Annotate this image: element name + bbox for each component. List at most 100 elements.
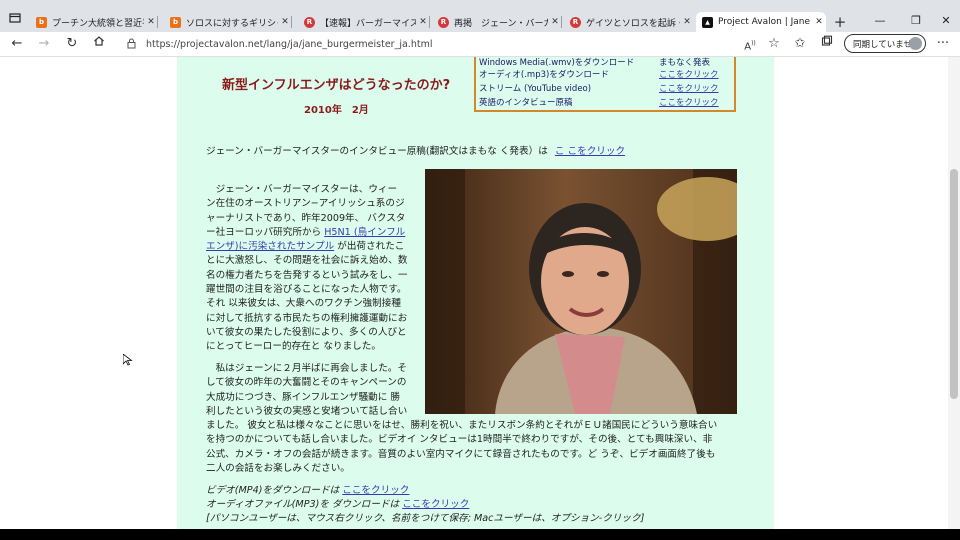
tab-0[interactable]: b プーチン大統領と習近平国家主 ✕ — [30, 12, 158, 32]
home-icon[interactable] — [89, 35, 109, 53]
close-tab-icon[interactable]: ✕ — [416, 17, 430, 27]
taskbar-strip — [0, 529, 960, 540]
video-download-link[interactable]: ここをクリック — [342, 485, 409, 496]
close-tab-icon[interactable]: ✕ — [812, 17, 826, 27]
url-text[interactable]: https://projectavalon.net/lang/ja/jane_b… — [146, 39, 432, 50]
site-favicon-icon: R — [570, 16, 581, 28]
address-bar[interactable]: https://projectavalon.net/lang/ja/jane_b… — [118, 34, 788, 55]
download-label: ストリーム (YouTube video) — [479, 84, 592, 94]
text-line: ー社ヨーロッパ研究所から H5N1 (鳥インフル — [206, 226, 424, 240]
transcript-text: ジェーン・バーガーマイスターのインタビュー原稿(翻訳文はまもな く発表）は — [206, 146, 548, 157]
tab-2[interactable]: R 【速報】バーガーマイスター、命取 ✕ — [298, 12, 430, 32]
tab-1[interactable]: b ソロスに対するギリシャ検察官の ✕ — [164, 12, 292, 32]
download-status: まもなく発表 — [659, 58, 711, 68]
favorite-add-icon[interactable]: ☆ — [764, 35, 784, 53]
restore-icon[interactable]: ❐ — [904, 12, 928, 30]
close-tab-icon[interactable]: ✕ — [548, 17, 562, 27]
tab-title: ゲイツとソロスを起訴・有罪への — [586, 18, 680, 29]
transcript-line: ジェーン・バーガーマイスターのインタビュー原稿(翻訳文はまもな く発表）は こ … — [206, 145, 625, 159]
download-row: オーディオ(.mp3)をダウンロード ここをクリック — [479, 68, 734, 81]
download-table: Windows Media(.wmv)をダウンロード まもなく発表 オーディオ(… — [474, 57, 736, 112]
text-line: に対して抵抗する市民たちの権利擁護運動にお — [206, 312, 408, 324]
page-headline: 新型インフルエンザはどうなったのか? — [222, 78, 451, 93]
download-label: 英語のインタビュー原稿 — [479, 98, 573, 108]
text-line: を持つのかについても話し合いました。ビデオイ ンタビューは1時間半で終わりですが… — [206, 434, 713, 446]
download-link[interactable]: ここをクリック — [659, 96, 719, 108]
avalon-favicon-icon: ▲ — [702, 16, 713, 28]
text-line: して彼女の昨年の大奮闘とそのキャンペーンの — [206, 377, 407, 389]
text-line: にとってヒーロー的存在と なりました。 — [206, 341, 381, 353]
close-window-icon[interactable]: ✕ — [934, 12, 958, 30]
download-link[interactable]: ここをクリック — [659, 68, 719, 80]
page-viewport: 新型インフルエンザはどうなったのか? 2010年 2月 Windows Medi… — [0, 57, 948, 529]
more-icon[interactable]: ··· — [933, 35, 953, 53]
text-line: 躍世間の注目を浴びることになった人物です。 — [206, 284, 407, 296]
tab-title: プーチン大統領と習近平国家主 — [52, 18, 144, 29]
tab-title: 再掲 ジェーン・バーガーマイスタ — [454, 18, 548, 29]
download-label: Windows Media(.wmv)をダウンロード — [479, 58, 635, 68]
tab-4[interactable]: R ゲイツとソロスを起訴・有罪への ✕ — [564, 12, 694, 32]
text-line: 私はジェーンに２月半ばに再会しました。そ — [206, 363, 407, 374]
video-download-line: ビデオ(MP4)をダウンロードは ここをクリック — [206, 484, 409, 498]
tab-3[interactable]: R 再掲 ジェーン・バーガーマイスタ ✕ — [432, 12, 562, 32]
tab-bar: b プーチン大統領と習近平国家主 ✕ b ソロスに対するギリシャ検察官の ✕ R… — [0, 0, 960, 32]
text-segment: ー社ヨーロッパ研究所から — [206, 226, 322, 238]
close-tab-icon[interactable]: ✕ — [144, 17, 158, 27]
audio-download-label: オーディオファイル(MP3)を ダウンロードは — [206, 499, 400, 510]
reunion-paragraph: 私はジェーンに２月半ばに再会しました。そ して彼女の昨年の大奮闘とそのキャンペー… — [206, 362, 424, 419]
text-line: それ 以来彼女は、大衆へのワクチン強制接種 — [206, 298, 401, 310]
avatar — [909, 37, 922, 50]
blog-favicon-icon: b — [36, 16, 47, 28]
text-line: 大成功につづき、豚インフルエンザ騒動に 勝 — [206, 391, 400, 403]
close-tab-icon[interactable]: ✕ — [278, 17, 292, 27]
text-line: エンザ)に汚染されたサンプル が出荷されたこ — [206, 240, 424, 254]
text-line: 名の権力者たちを告発するという試みをし、一 — [206, 269, 408, 281]
download-row: 英語のインタビュー原稿 ここをクリック — [479, 96, 734, 109]
vertical-scrollbar[interactable] — [948, 57, 960, 529]
tab-actions-icon[interactable] — [0, 12, 30, 30]
download-link[interactable]: ここをクリック — [659, 82, 719, 94]
transcript-link[interactable]: こ こをクリック — [555, 146, 625, 157]
text-line: ン在住のオーストリアン−アイリッシュ系のジ — [206, 198, 405, 210]
h5n1-sample-link[interactable]: エンザ)に汚染されたサンプル — [206, 241, 334, 252]
mouse-cursor-icon — [123, 354, 133, 366]
h5n1-sample-link[interactable]: H5N1 (鳥インフル — [324, 227, 405, 238]
save-instructions: [パソコンユーザーは、マウス右クリック、名前をつけて保存; Macユーザーは、オ… — [206, 513, 645, 524]
site-favicon-icon: R — [438, 16, 449, 28]
audio-download-line: オーディオファイル(MP3)を ダウンロードは ここをクリック — [206, 498, 469, 512]
text-line: いて彼女の果たした役割により、多くの人びと — [206, 326, 407, 338]
new-tab-icon[interactable]: + — [831, 12, 849, 32]
forward-icon[interactable]: → — [34, 35, 54, 53]
tab-title: ソロスに対するギリシャ検察官の — [186, 18, 278, 29]
read-aloud-icon[interactable]: A)) — [740, 35, 760, 53]
lock-icon[interactable] — [124, 38, 138, 52]
tab-5-active[interactable]: ▲ Project Avalon | Jane Burger ✕ — [696, 12, 826, 32]
text-line: ました。 彼女と私は様々なことに思いをはせ、勝利を祝い、またリスボン条約とそれが… — [206, 420, 718, 431]
text-line: 二人の会話をお楽しみください。 — [206, 462, 350, 474]
refresh-icon[interactable]: ↻ — [62, 35, 82, 53]
download-row: ストリーム (YouTube video) ここをクリック — [479, 82, 734, 95]
minimize-icon[interactable]: — — [868, 12, 892, 30]
publish-date: 2010年 2月 — [304, 105, 369, 116]
audio-download-link[interactable]: ここをクリック — [402, 499, 469, 510]
text-line: ャーナリストであり、昨年2009年、 バクスタ — [206, 212, 406, 224]
text-line: 利したという彼女の実感と安堵ついて話し合い — [206, 405, 408, 417]
text-line: 公式、カメラ・オフの会話が続きます。音質のよい室内マイクにて録音されたものです。… — [206, 448, 716, 460]
blog-favicon-icon: b — [170, 16, 181, 28]
video-download-label: ビデオ(MP4)をダウンロードは — [206, 485, 340, 496]
navigation-bar: ← → ↻ https://projectavalon.net/lang/ja/… — [0, 32, 960, 57]
text-segment: が出荷されたこ — [337, 241, 405, 253]
download-label: オーディオ(.mp3)をダウンロード — [479, 70, 609, 80]
collections-icon[interactable] — [817, 35, 837, 53]
profile-sync-button[interactable]: 同期していません — [844, 34, 926, 53]
favorites-icon[interactable]: ✩ — [790, 35, 810, 53]
reunion-paragraph-continued: ました。 彼女と私は様々なことに思いをはせ、勝利を祝い、またリスボン条約とそれが… — [206, 419, 746, 476]
close-tab-icon[interactable]: ✕ — [680, 17, 694, 27]
scrollbar-thumb[interactable] — [950, 169, 958, 399]
tab-title: Project Avalon | Jane Burger — [718, 17, 812, 27]
site-favicon-icon: R — [304, 16, 315, 28]
text-line: ジェーン・バーガーマイスターは、ウィー — [206, 184, 398, 195]
interview-photo — [425, 169, 737, 414]
tab-title: 【速報】バーガーマイスター、命取 — [320, 18, 416, 29]
back-icon[interactable]: ← — [7, 35, 27, 53]
